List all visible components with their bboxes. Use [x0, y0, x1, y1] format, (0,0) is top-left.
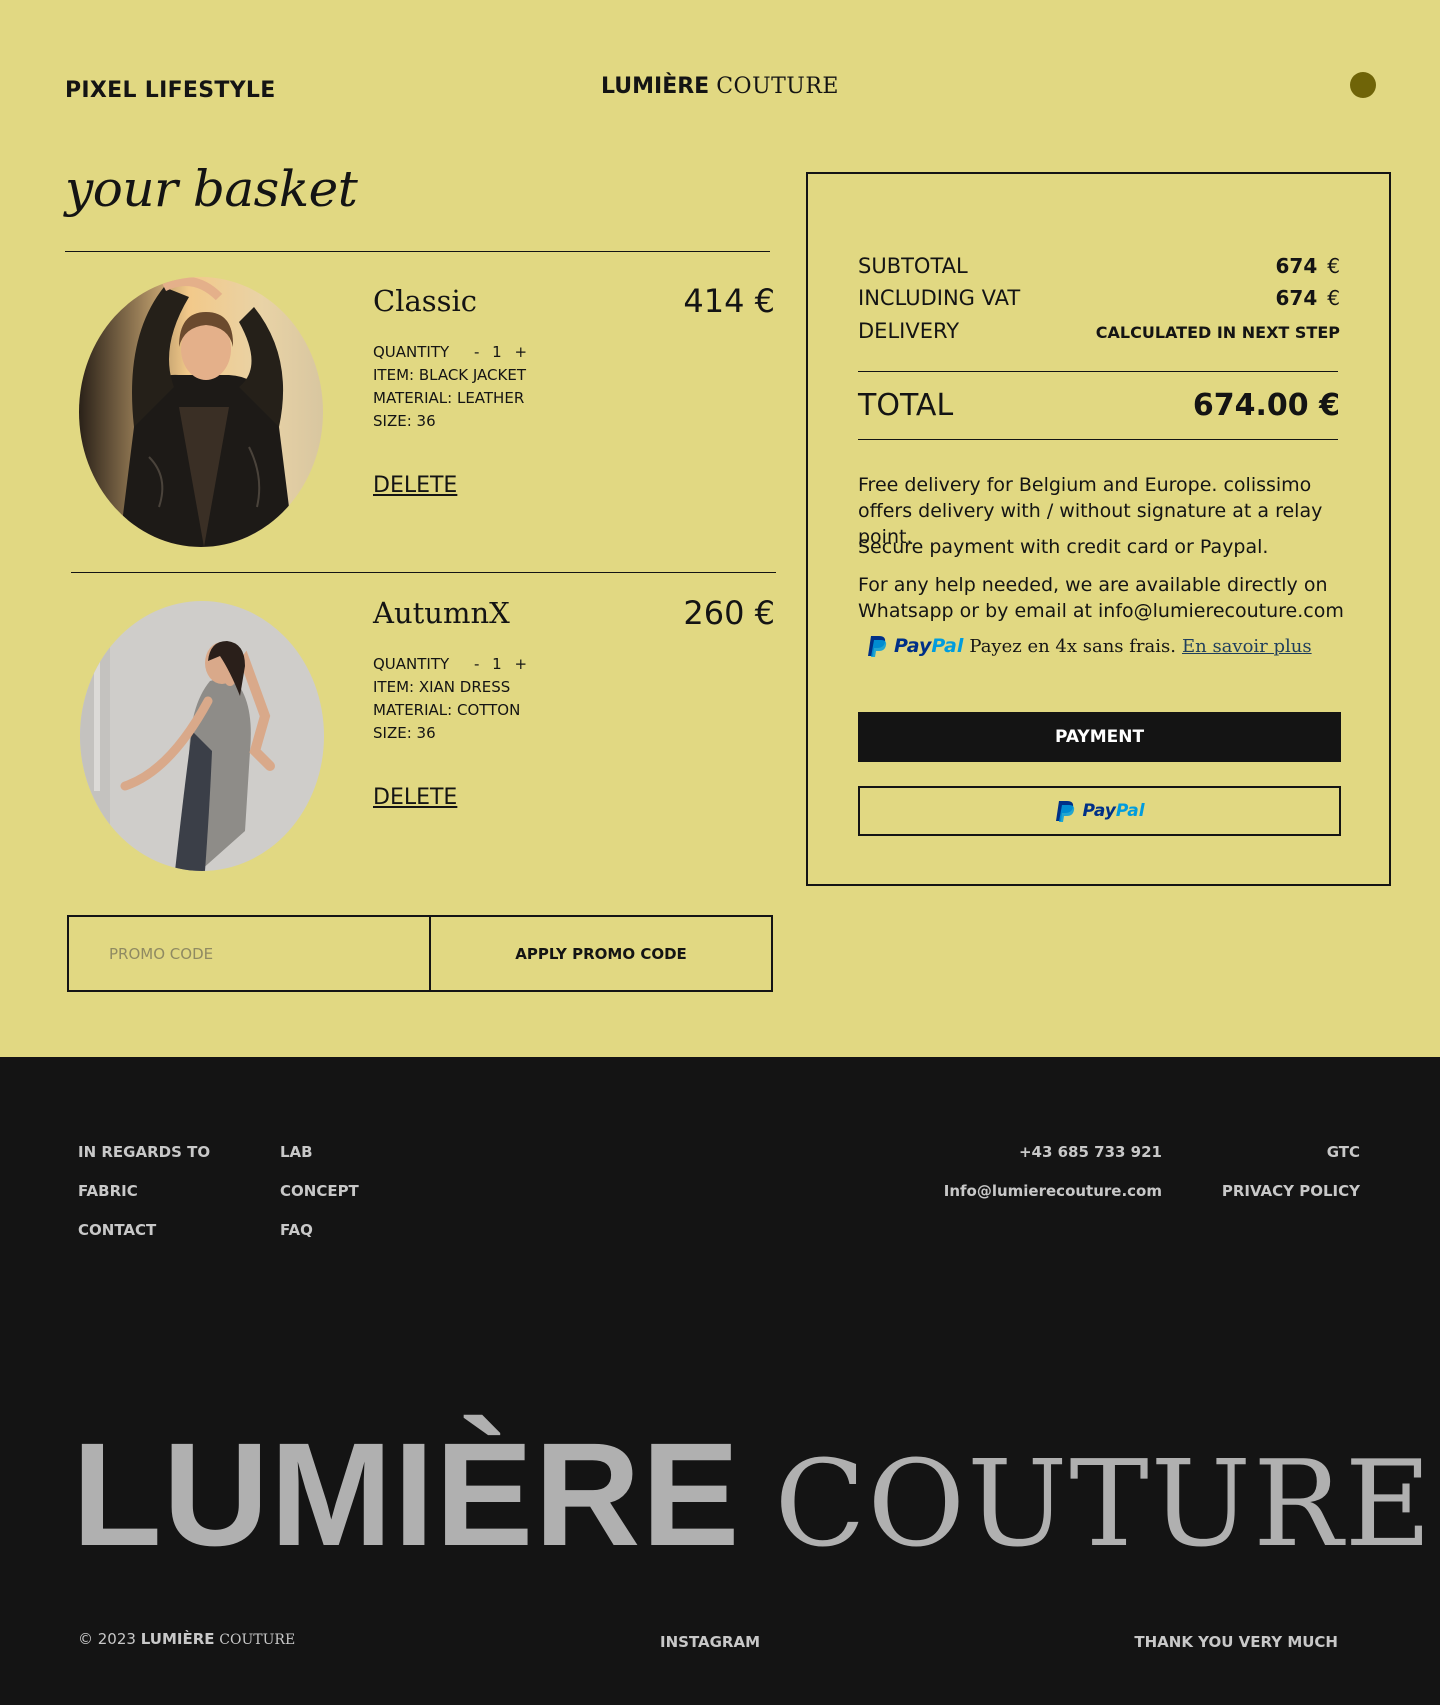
footer-link-instagram[interactable]: INSTAGRAM: [660, 1633, 760, 1651]
jacket-photo: [79, 277, 323, 547]
paypal-icon: [1056, 801, 1075, 822]
copyright: © 2023 LUMIÈRE COUTURE: [78, 1630, 295, 1648]
paypal-icon: [868, 636, 887, 657]
divider: [71, 572, 776, 573]
vat-value: 674: [1275, 286, 1318, 310]
divider: [858, 371, 1338, 372]
item-material: MATERIAL: COTTON: [373, 701, 521, 719]
product-name[interactable]: Classic: [373, 284, 477, 318]
footer-email[interactable]: Info@lumierecouture.com: [944, 1182, 1162, 1200]
delete-button[interactable]: DELETE: [373, 785, 457, 810]
vat-label: INCLUDING VAT: [858, 286, 1021, 310]
item-material: MATERIAL: LEATHER: [373, 389, 525, 407]
payment-button[interactable]: PAYMENT: [858, 712, 1341, 762]
item-size: SIZE: 36: [373, 412, 436, 430]
copyright-prefix: © 2023: [78, 1630, 136, 1648]
quantity-decrease-button[interactable]: -: [474, 341, 479, 364]
product-image-classic[interactable]: [79, 277, 323, 547]
menu-dot-button[interactable]: [1350, 72, 1376, 98]
quantity-value: 1: [492, 655, 502, 673]
quantity-label: QUANTITY: [373, 655, 450, 673]
divider: [858, 439, 1338, 440]
vat-row: INCLUDING VAT 674 €: [858, 286, 1340, 310]
footer: IN REGARDS TO FABRIC CONTACT LAB CONCEPT…: [0, 1057, 1440, 1705]
quantity-decrease-button[interactable]: -: [474, 653, 479, 676]
help-info: For any help needed, we are available di…: [858, 574, 1344, 622]
delete-button[interactable]: DELETE: [373, 473, 457, 498]
delivery-row: DELIVERY CALCULATED IN NEXT STEP: [858, 319, 1340, 343]
total-row: TOTAL 674.00 €: [858, 388, 1340, 423]
logo-bold: LUMIÈRE: [601, 74, 710, 99]
subtotal-row: SUBTOTAL 674 €: [858, 254, 1340, 278]
product-meta: QUANTITY - 1 + ITEM: BLACK JACKET MATERI…: [373, 341, 527, 433]
order-summary: SUBTOTAL 674 € INCLUDING VAT 674 € DELIVER…: [806, 172, 1391, 886]
footer-big-logo: LUMIÈRE COUTURE: [72, 1422, 1434, 1569]
product-price: 414 €: [683, 282, 775, 320]
paypal-message: Payez en 4x sans frais.: [969, 635, 1176, 657]
promo-code-form: APPLY PROMO CODE: [67, 915, 773, 992]
copyright-bold: LUMIÈRE: [140, 1630, 215, 1648]
big-logo-bold: LUMIÈRE: [72, 1413, 741, 1577]
product-price: 260 €: [683, 594, 775, 632]
quantity-label: QUANTITY: [373, 343, 450, 361]
footer-link-lab[interactable]: LAB: [280, 1143, 313, 1161]
page-title: your basket: [65, 160, 358, 218]
logo-serif: COUTURE: [716, 74, 839, 99]
footer-link-concept[interactable]: CONCEPT: [280, 1182, 359, 1200]
dress-photo: [80, 601, 324, 871]
quantity-row: QUANTITY - 1 +: [373, 653, 527, 676]
site-logo[interactable]: LUMIÈRE COUTURE: [0, 74, 1440, 99]
delivery-value: CALCULATED IN NEXT STEP: [1095, 323, 1340, 342]
copyright-serif: COUTURE: [219, 1632, 296, 1648]
product-name[interactable]: AutumnX: [373, 596, 510, 630]
footer-link-privacy-policy[interactable]: PRIVACY POLICY: [1222, 1182, 1360, 1200]
item-description: ITEM: XIAN DRESS: [373, 678, 511, 696]
item-size: SIZE: 36: [373, 724, 436, 742]
paypal-wordmark: PayPal: [894, 635, 964, 657]
quantity-row: QUANTITY - 1 +: [373, 341, 527, 364]
currency-symbol: €: [1327, 286, 1340, 310]
subtotal-label: SUBTOTAL: [858, 254, 968, 278]
delivery-label: DELIVERY: [858, 319, 960, 343]
footer-phone[interactable]: +43 685 733 921: [1019, 1143, 1162, 1161]
quantity-value: 1: [492, 343, 502, 361]
paypal-pay-later: PayPal Payez en 4x sans frais. En savoir…: [866, 634, 1312, 658]
paypal-button[interactable]: PayPal: [858, 786, 1341, 836]
footer-link-contact[interactable]: CONTACT: [78, 1221, 156, 1239]
payment-info: Secure payment with credit card or Paypa…: [858, 536, 1269, 558]
quantity-increase-button[interactable]: +: [515, 341, 528, 364]
total-value: 674.00 €: [1192, 388, 1340, 423]
promo-code-input[interactable]: [69, 917, 431, 990]
footer-link-in-regards-to[interactable]: IN REGARDS TO: [78, 1143, 210, 1161]
apply-promo-button[interactable]: APPLY PROMO CODE: [431, 917, 771, 990]
subtotal-value: 674: [1275, 254, 1318, 278]
learn-more-link[interactable]: En savoir plus: [1182, 636, 1312, 657]
product-meta: QUANTITY - 1 + ITEM: XIAN DRESS MATERIAL…: [373, 653, 527, 745]
currency-symbol: €: [1327, 254, 1340, 278]
divider: [65, 251, 770, 252]
item-description: ITEM: BLACK JACKET: [373, 366, 527, 384]
footer-link-fabric[interactable]: FABRIC: [78, 1182, 138, 1200]
footer-link-faq[interactable]: FAQ: [280, 1221, 313, 1239]
paypal-wordmark: PayPal: [1082, 801, 1145, 821]
footer-link-gtc[interactable]: GTC: [1327, 1143, 1360, 1161]
total-label: TOTAL: [858, 388, 954, 423]
footer-thanks: THANK YOU VERY MUCH: [1134, 1633, 1338, 1651]
big-logo-serif: COUTURE: [774, 1436, 1434, 1574]
product-image-autumnx[interactable]: [80, 601, 324, 871]
quantity-increase-button[interactable]: +: [515, 653, 528, 676]
